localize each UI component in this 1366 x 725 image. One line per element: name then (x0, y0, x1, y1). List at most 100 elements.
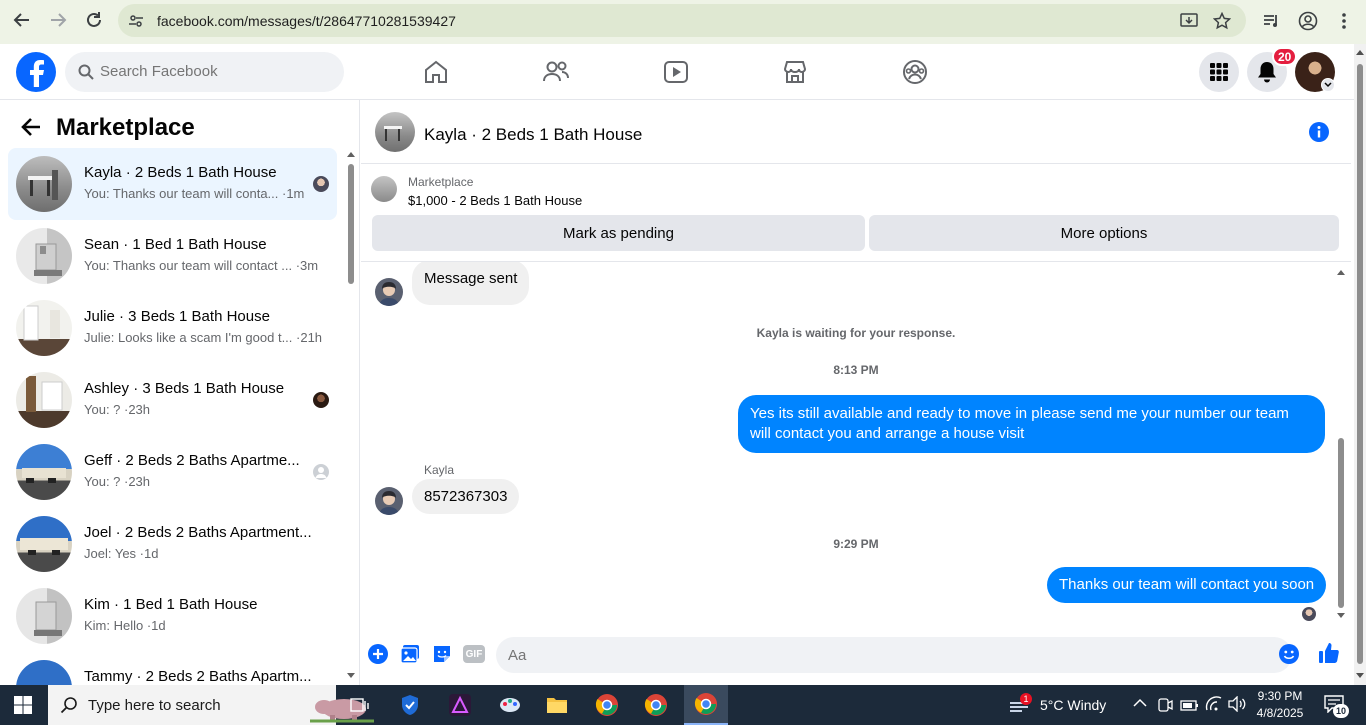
listing-thumbnail[interactable] (371, 176, 397, 202)
nav-marketplace[interactable] (739, 48, 851, 96)
listing-thumbnail (16, 444, 72, 500)
message-composer: GIF (361, 632, 1351, 682)
listing-price[interactable]: $1,000 - 2 Beds 1 Bath House (408, 193, 582, 208)
listing-thumbnail (16, 300, 72, 356)
nav-friends[interactable] (500, 48, 612, 96)
thread-name: Ashley · 3 Beds 1 Bath House (84, 380, 285, 397)
read-receipt-avatar (313, 176, 329, 192)
gif-icon[interactable]: GIF (463, 645, 485, 663)
menu-grid-button[interactable] (1199, 52, 1239, 92)
like-thumb-icon[interactable] (1318, 642, 1340, 664)
browser-menu-icon[interactable] (1336, 11, 1352, 31)
thread-item[interactable]: Kim · 1 Bed 1 Bath House Kim: Hello ·1d (8, 580, 337, 652)
chevron-up-icon[interactable] (1133, 698, 1147, 708)
reading-list-icon[interactable] (1262, 12, 1280, 30)
sidebar-title: Marketplace (56, 114, 195, 141)
thread-item[interactable]: Joel · 2 Beds 2 Baths Apartment... Joel:… (8, 508, 337, 580)
forward-icon[interactable] (46, 8, 70, 32)
back-icon[interactable] (10, 8, 34, 32)
outgoing-message[interactable]: Yes its still available and ready to mov… (738, 395, 1325, 453)
weather-alert-badge: 1 (1020, 693, 1032, 705)
marketplace-sidebar: Marketplace Kayla · 2 Beds 1 Bath House … (0, 100, 360, 685)
thread-item[interactable]: Sean · 1 Bed 1 Bath House You: Thanks ou… (8, 220, 337, 292)
notification-badge: 20 (1272, 47, 1298, 66)
windows-start-icon[interactable] (14, 696, 32, 714)
thread-item[interactable]: Ashley · 3 Beds 1 Bath House You: ? ·23h (8, 364, 337, 436)
facebook-search-input[interactable] (100, 63, 330, 80)
read-receipt-avatar (313, 392, 329, 408)
thread-item[interactable]: Julie · 3 Beds 1 Bath House Julie: Looks… (8, 292, 337, 364)
taskbar-search[interactable]: Type here to search (48, 685, 374, 725)
affinity-app-icon[interactable] (440, 689, 480, 721)
clock[interactable]: 9:30 PM 4/8/2025 (1256, 688, 1304, 722)
listing-thumbnail (16, 372, 72, 428)
chrome-profile-2-icon[interactable] (636, 689, 676, 721)
wifi-icon[interactable] (1205, 696, 1223, 712)
thread-name: Tammy · 2 Beds 2 Baths Apartm... (84, 668, 312, 685)
chrome-active-icon[interactable] (684, 685, 728, 725)
page-scrollbar[interactable] (1354, 44, 1366, 685)
conversation-title[interactable]: Kayla · 2 Beds 1 Bath House (424, 125, 642, 145)
nav-video[interactable] (620, 48, 732, 96)
waiting-notice: Kayla is waiting for your response. (756, 326, 956, 340)
listing-thumbnail (16, 660, 72, 685)
bell-icon (1257, 61, 1277, 83)
weather-text[interactable]: 5°C Windy (1040, 697, 1106, 713)
thread-item[interactable]: Tammy · 2 Beds 2 Baths Apartm... (8, 652, 337, 685)
outgoing-message[interactable]: Thanks our team will contact you soon (1047, 567, 1327, 603)
thread-preview: Joel: Yes ·1d (84, 546, 159, 561)
thread-item[interactable]: Geff · 2 Beds 2 Baths Apartme... You: ? … (8, 436, 337, 508)
security-app-icon[interactable] (390, 689, 430, 721)
conversation-avatar[interactable] (375, 112, 415, 152)
browser-toolbar: facebook.com/messages/t/2864771028153942… (0, 0, 1366, 44)
thread-name: Kayla · 2 Beds 1 Bath House (84, 164, 277, 181)
reload-icon[interactable] (82, 8, 106, 32)
listing-banner: Marketplace $1,000 - 2 Beds 1 Bath House… (361, 164, 1351, 262)
nav-groups[interactable] (859, 48, 971, 96)
photo-icon[interactable] (400, 644, 420, 664)
chevron-down-icon[interactable] (1321, 78, 1335, 92)
facebook-search[interactable] (65, 52, 344, 92)
file-explorer-icon[interactable] (537, 689, 577, 721)
install-app-icon[interactable] (1180, 12, 1198, 30)
home-icon (423, 59, 449, 85)
meet-now-icon[interactable] (1157, 696, 1173, 714)
message-input[interactable] (496, 637, 1292, 673)
back-arrow-icon[interactable] (20, 116, 42, 138)
search-icon (60, 696, 78, 714)
bookmark-star-icon[interactable] (1213, 12, 1231, 30)
task-view-icon[interactable] (340, 689, 380, 721)
sticker-icon[interactable] (432, 644, 452, 664)
address-bar[interactable]: facebook.com/messages/t/2864771028153942… (118, 4, 1246, 37)
profile-icon[interactable] (1298, 11, 1318, 31)
listing-thumbnail (16, 156, 72, 212)
facebook-logo-icon[interactable] (16, 52, 56, 92)
incoming-message[interactable]: Message sent (412, 262, 530, 305)
emoji-icon[interactable] (1279, 644, 1299, 664)
thread-preview: Julie: Looks like a scam I'm good t... ·… (84, 330, 323, 345)
nav-home[interactable] (380, 48, 492, 96)
timestamp: 8:13 PM (833, 363, 879, 377)
thread-item[interactable]: Kayla · 2 Beds 1 Bath House You: Thanks … (8, 148, 337, 220)
battery-icon[interactable] (1180, 697, 1200, 713)
conversation-header: Kayla · 2 Beds 1 Bath House (361, 100, 1351, 164)
sender-name: Kayla (424, 463, 455, 477)
info-icon[interactable] (1309, 122, 1329, 142)
thread-preview: You: Thanks our team will contact ... ·3… (84, 258, 319, 273)
message-list: Message sent Kayla is waiting for your r… (361, 262, 1351, 632)
thread-preview: You: ? ·23h (84, 474, 151, 489)
thread-name: Sean · 1 Bed 1 Bath House (84, 236, 267, 253)
more-options-button[interactable]: More options (869, 215, 1339, 251)
site-settings-icon[interactable] (128, 13, 144, 29)
sidebar-scrollbar[interactable] (346, 148, 356, 682)
plus-circle-icon[interactable] (368, 644, 388, 664)
mark-as-pending-button[interactable]: Mark as pending (372, 215, 865, 251)
chat-scrollbar[interactable] (1336, 266, 1346, 622)
notification-center-badge: 10 (1333, 704, 1349, 718)
volume-icon[interactable] (1228, 696, 1246, 712)
chrome-profile-s-icon[interactable] (587, 689, 627, 721)
incoming-message[interactable]: 8572367303 (412, 479, 520, 514)
url-text: facebook.com/messages/t/2864771028153942… (157, 13, 456, 29)
paint-app-icon[interactable] (490, 689, 530, 721)
thread-preview: Kim: Hello ·1d (84, 618, 166, 633)
